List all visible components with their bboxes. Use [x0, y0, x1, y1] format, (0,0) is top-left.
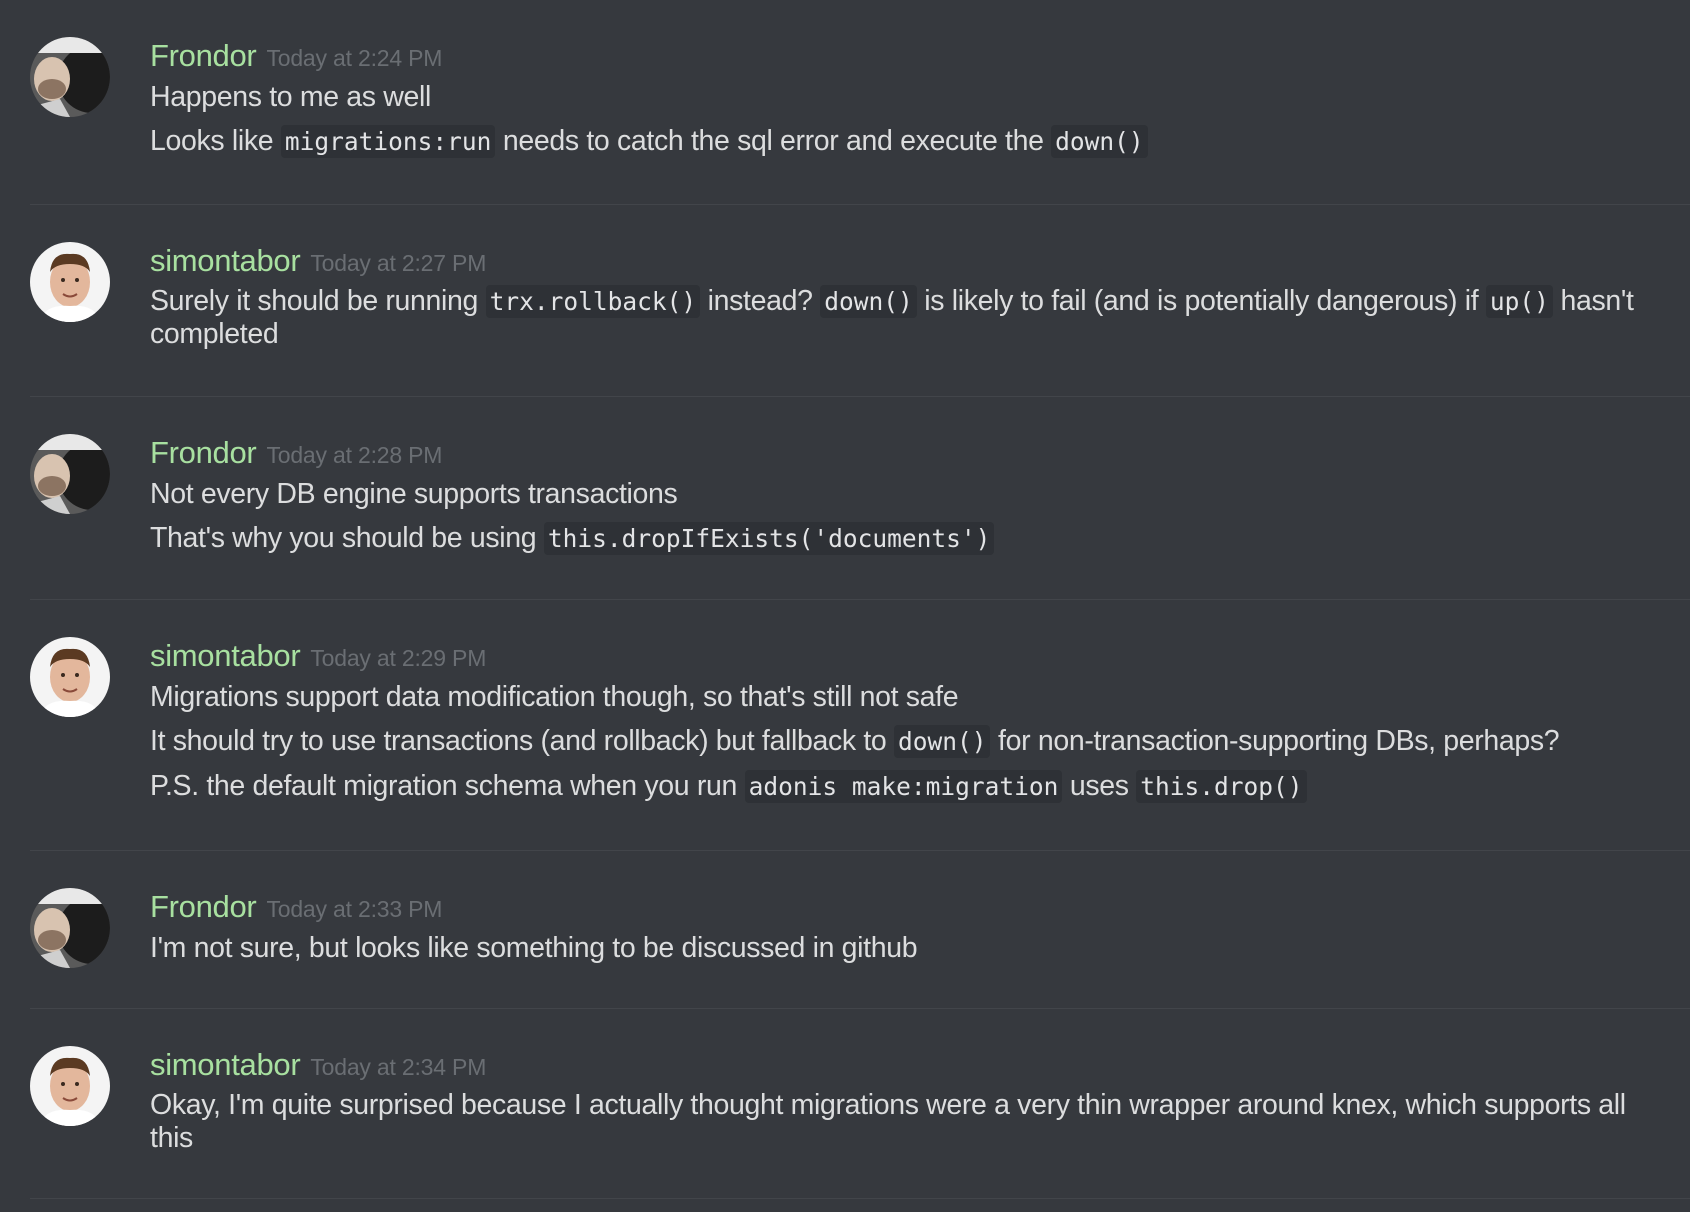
- message-text: Okay, I'm quite surprised because I actu…: [150, 1089, 1626, 1154]
- message-group: Frondor Today at 2:24 PM Happens to me as…: [30, 0, 1690, 205]
- inline-code: this.drop(): [1136, 770, 1307, 803]
- message-body: Migrations support data modification tho…: [150, 680, 1650, 814]
- message-line: Happens to me as well: [150, 80, 1650, 114]
- chat-messages: Frondor Today at 2:24 PM Happens to me as…: [0, 0, 1690, 1212]
- simontabor-avatar[interactable]: [30, 242, 110, 322]
- author-name[interactable]: simontabor: [150, 243, 301, 278]
- message-line: Surely it should be running trx.rollback…: [150, 285, 1650, 351]
- message-text: P.S. the default migration schema when y…: [150, 770, 745, 802]
- simontabor-avatar[interactable]: [30, 1046, 110, 1126]
- message-text: needs to catch the sql error and execute…: [495, 125, 1052, 157]
- inline-code: down(): [1051, 125, 1148, 158]
- message-header: simontabor Today at 2:27 PM: [150, 243, 486, 279]
- message-text: uses: [1062, 770, 1137, 802]
- message-group: simontabor Today at 2:34 PM Okay, I'm qui…: [30, 1009, 1690, 1199]
- author-name[interactable]: Frondor: [150, 889, 257, 924]
- timestamp: Today at 2:24 PM: [266, 45, 443, 71]
- message-line: Not every DB engine supports transaction…: [150, 477, 1650, 511]
- inline-code: down(): [893, 725, 991, 758]
- inline-code: down(): [820, 285, 917, 318]
- message-line: I'm not sure, but looks like something t…: [150, 931, 1650, 965]
- message-header: simontabor Today at 2:34 PM: [150, 1047, 486, 1083]
- frondor-avatar[interactable]: [30, 888, 110, 968]
- message-header: simontabor Today at 2:29 PM: [150, 638, 486, 674]
- inline-code: migrations:run: [280, 125, 496, 158]
- frondor-avatar[interactable]: [30, 37, 110, 117]
- message-text: is likely to fail (and is potentially da…: [916, 285, 1486, 317]
- message-group: simontabor Today at 2:27 PM Surely it sho…: [30, 205, 1690, 397]
- message-body: Okay, I'm quite surprised because I actu…: [150, 1089, 1650, 1165]
- author-name[interactable]: simontabor: [150, 638, 301, 673]
- message-line: P.S. the default migration schema when y…: [150, 769, 1650, 804]
- message-text: Migrations support data modification tho…: [150, 681, 959, 713]
- message-group: Frondor Today at 2:33 PM I'm not sure, bu…: [30, 851, 1690, 1009]
- message-line: Migrations support data modification tho…: [150, 680, 1650, 714]
- inline-code: trx.rollback(): [485, 285, 701, 318]
- message-line: It should try to use transactions (and r…: [150, 724, 1650, 759]
- author-name[interactable]: simontabor: [150, 1047, 301, 1082]
- timestamp: Today at 2:27 PM: [310, 250, 487, 276]
- timestamp: Today at 2:28 PM: [266, 442, 443, 468]
- message-group: Frondor Today at 2:28 PM Not every DB eng…: [30, 397, 1690, 600]
- message-group: simontabor Today at 2:29 PM Migrations su…: [30, 600, 1690, 851]
- message-text: instead?: [700, 285, 821, 317]
- message-body: Happens to me as well Looks like migrati…: [150, 80, 1650, 169]
- timestamp: Today at 2:29 PM: [310, 645, 487, 671]
- message-text: That's why you should be using: [150, 522, 544, 554]
- message-body: I'm not sure, but looks like something t…: [150, 931, 1650, 975]
- message-body: Not every DB engine supports transaction…: [150, 477, 1650, 566]
- message-header: Frondor Today at 2:33 PM: [150, 889, 442, 925]
- inline-code: adonis make:migration: [744, 770, 1063, 803]
- message-line: Okay, I'm quite surprised because I actu…: [150, 1089, 1650, 1155]
- inline-code: this.dropIfExists('documents'): [543, 522, 995, 555]
- message-text: for non-transaction-supporting DBs, perh…: [990, 725, 1560, 757]
- message-line: Looks like migrations:run needs to catch…: [150, 124, 1650, 159]
- message-text: Not every DB engine supports transaction…: [150, 478, 678, 510]
- message-body: Surely it should be running trx.rollback…: [150, 285, 1650, 361]
- frondor-avatar[interactable]: [30, 434, 110, 514]
- message-text: Looks like: [150, 125, 281, 157]
- message-line: That's why you should be using this.drop…: [150, 521, 1650, 556]
- message-header: Frondor Today at 2:28 PM: [150, 435, 442, 471]
- message-text: Happens to me as well: [150, 81, 431, 113]
- message-text: It should try to use transactions (and r…: [150, 725, 894, 757]
- message-text: I'm not sure, but looks like something t…: [150, 932, 918, 964]
- author-name[interactable]: Frondor: [150, 435, 257, 470]
- timestamp: Today at 2:34 PM: [310, 1054, 487, 1080]
- inline-code: up(): [1485, 285, 1553, 318]
- message-header: Frondor Today at 2:24 PM: [150, 38, 442, 74]
- message-text: Surely it should be running: [150, 285, 486, 317]
- author-name[interactable]: Frondor: [150, 38, 257, 73]
- timestamp: Today at 2:33 PM: [266, 896, 443, 922]
- simontabor-avatar[interactable]: [30, 637, 110, 717]
